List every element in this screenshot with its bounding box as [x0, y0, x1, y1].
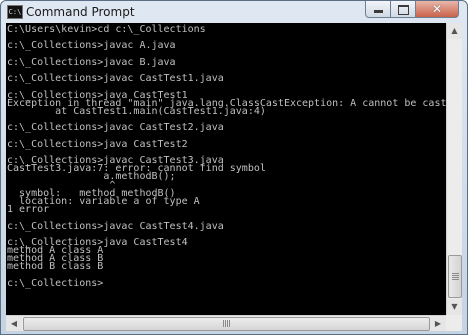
console-line: 1 error: [7, 204, 50, 216]
console-line: C:\Users\kevin>cd c:\_Collections: [7, 24, 206, 35]
grip-icon: [452, 272, 459, 280]
console-line: c:\_Collections>: [7, 277, 104, 289]
minimize-button[interactable]: [365, 1, 391, 18]
console-line: method B class B: [7, 261, 104, 273]
grip-icon: [222, 320, 230, 327]
close-icon: ✕: [431, 2, 443, 16]
vertical-scroll-thumb[interactable]: [448, 255, 462, 298]
console-line: c:\_Collections>java CastTest2: [7, 138, 188, 150]
horizontal-scrollbar[interactable]: ◀ ▶: [6, 315, 446, 331]
scroll-left-arrow-icon[interactable]: ◀: [6, 316, 22, 331]
console-text: C:\Users\kevin>cd c:\_Collections c:\_Col…: [6, 23, 446, 296]
close-button[interactable]: ✕: [416, 1, 459, 18]
command-prompt-icon[interactable]: C:\: [7, 5, 23, 19]
console-line: c:\_Collections>javac B.java: [7, 56, 176, 68]
caption-buttons: ✕: [365, 1, 459, 19]
console-line: c:\_Collections>javac CastTest4.java: [7, 220, 224, 232]
horizontal-scroll-thumb[interactable]: [23, 317, 430, 331]
command-prompt-window: C:\ Command Prompt ✕ C:\Users\kevin>cd c…: [0, 0, 468, 335]
console-line: c:\_Collections>javac CastTest1.java: [7, 73, 224, 85]
console-line: c:\_Collections>javac A.java: [7, 40, 176, 52]
title-bar[interactable]: C:\ Command Prompt ✕: [1, 1, 467, 23]
scroll-right-arrow-icon[interactable]: ▶: [430, 316, 446, 331]
resize-grip[interactable]: [446, 315, 462, 331]
maximize-button[interactable]: [391, 1, 416, 18]
console-line: at CastTest1.main(CastTest1.java:4): [7, 105, 266, 117]
scroll-up-arrow-icon[interactable]: ▲: [447, 23, 462, 39]
console-line: c:\_Collections>javac CastTest2.java: [7, 122, 224, 134]
window-title: Command Prompt: [26, 5, 135, 19]
maximize-icon: [398, 5, 409, 15]
console-line: location: variable a of type A: [7, 195, 200, 207]
vertical-scrollbar[interactable]: ▲ ▼: [446, 23, 462, 315]
minimize-icon: [374, 10, 383, 13]
console-output[interactable]: C:\Users\kevin>cd c:\_Collections c:\_Col…: [6, 23, 446, 315]
scroll-down-arrow-icon[interactable]: ▼: [447, 299, 462, 315]
